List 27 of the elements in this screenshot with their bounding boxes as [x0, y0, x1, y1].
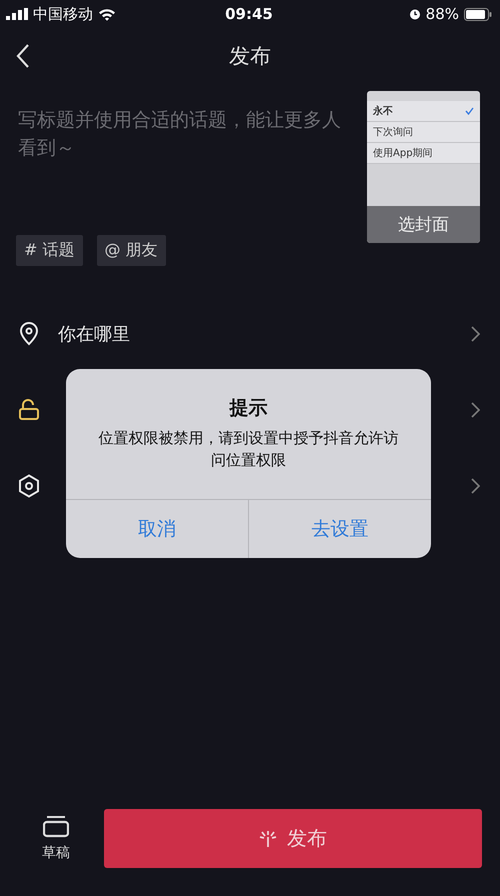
alarm-icon — [408, 8, 421, 20]
thumbnail-option: 下次询问 — [367, 122, 480, 143]
option-label[interactable]: 你在哪里 — [58, 322, 471, 346]
battery-icon — [464, 8, 492, 20]
thumbnail-option: 永不 — [367, 101, 480, 122]
chevron-right-icon — [471, 402, 480, 418]
publish-button[interactable]: 发布 — [104, 809, 482, 868]
tray-icon — [43, 816, 69, 838]
clock-time: 09:45 — [225, 5, 273, 23]
chevron-right-icon — [471, 478, 480, 494]
carrier-name: 中国移动 — [33, 4, 93, 24]
dialog-message: 位置权限被禁用，请到设置中授予抖音允许访问位置权限 — [98, 428, 400, 471]
tag-button[interactable]: @ 朋友 — [96, 235, 166, 266]
sparkle-icon — [259, 830, 277, 848]
dialog-title: 提示 — [230, 396, 268, 421]
checkmark-icon — [465, 107, 474, 115]
caption-field[interactable]: 写标题并使用合适的话题，能让更多人看到～ — [16, 106, 348, 166]
cover-thumbnail[interactable]: 永不 下次询问 使用App期间 选封面 — [367, 91, 480, 243]
signal-icon — [6, 8, 28, 20]
wifi-icon — [98, 8, 116, 20]
thumbnail-option: 使用App期间 — [367, 143, 480, 164]
chevron-right-icon — [471, 326, 480, 342]
battery-percent: 88% — [426, 5, 459, 23]
choose-cover-button[interactable]: 选封面 — [367, 206, 480, 243]
page-title: 发布 — [229, 43, 271, 70]
drafts-button[interactable]: 草稿 — [28, 816, 84, 862]
tag-button[interactable]: # 话题 — [16, 235, 82, 266]
